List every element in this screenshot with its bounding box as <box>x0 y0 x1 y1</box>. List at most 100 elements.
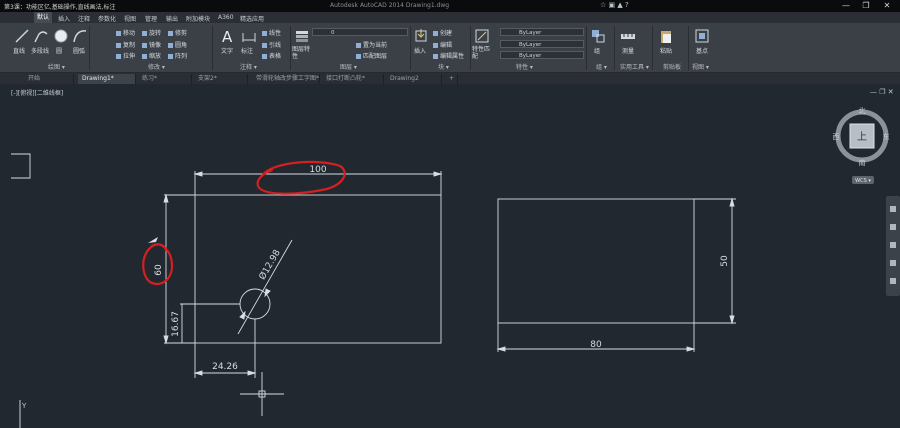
polyline-icon[interactable] <box>33 28 49 44</box>
modify-panel-label[interactable]: 修改 ▾ <box>148 62 165 71</box>
dim-text-50[interactable]: 50 <box>720 255 730 267</box>
paste-icon[interactable] <box>658 28 674 44</box>
tab-annotate[interactable]: 注释 <box>78 14 90 23</box>
annotation-panel-label[interactable]: 注释 ▾ <box>240 62 257 71</box>
layer-properties-label[interactable]: 图层特性 <box>292 46 310 60</box>
text-tool-label[interactable]: 文字 <box>221 46 233 55</box>
pan-icon[interactable] <box>890 224 896 230</box>
block-panel-label[interactable]: 块 ▾ <box>438 62 449 71</box>
compass-south[interactable]: 南 <box>859 158 866 167</box>
mirror-tool[interactable]: 镜像 <box>142 40 161 49</box>
rotate-tool[interactable]: 旋转 <box>142 28 161 37</box>
insert-block-icon[interactable] <box>413 28 429 44</box>
edit-attributes-tool[interactable]: 编辑属性 <box>433 51 464 60</box>
compass-east[interactable]: 东 <box>883 132 890 141</box>
move-tool[interactable]: 移动 <box>116 28 135 37</box>
navigation-bar[interactable] <box>886 196 900 296</box>
orbit-icon[interactable] <box>890 260 896 266</box>
zoom-icon[interactable] <box>890 242 896 248</box>
text-icon[interactable]: A <box>220 28 236 44</box>
circle-tool-label[interactable]: 圆 <box>56 46 62 55</box>
linear-tool[interactable]: 线性 <box>262 28 281 37</box>
base-view-label[interactable]: 基点 <box>696 46 708 55</box>
partial-geometry[interactable] <box>11 153 31 179</box>
tab-start[interactable]: 开始 <box>24 74 74 84</box>
view-panel-label[interactable]: 视图 ▾ <box>692 62 709 71</box>
measure-icon[interactable] <box>620 28 636 44</box>
groups-panel-label[interactable]: 组 ▾ <box>596 62 607 71</box>
table-tool[interactable]: 表格 <box>262 51 281 60</box>
stretch-tool[interactable]: 拉伸 <box>116 51 135 60</box>
tab-output[interactable]: 输出 <box>166 14 178 23</box>
rectangle-80x50[interactable] <box>497 198 695 324</box>
group-icon[interactable] <box>590 28 606 44</box>
tab-drawing1[interactable]: Drawing1* <box>78 74 136 84</box>
layer-dropdown[interactable]: 0 <box>312 28 408 36</box>
dim-text-80[interactable]: 80 <box>590 340 602 350</box>
layer-properties-icon[interactable] <box>294 28 310 44</box>
paste-label[interactable]: 粘贴 <box>660 46 672 55</box>
layers-panel-label[interactable]: 图层 ▾ <box>340 62 357 71</box>
tab-parametric[interactable]: 参数化 <box>98 14 116 23</box>
dimension-icon[interactable] <box>241 28 257 44</box>
tab-manage[interactable]: 管理 <box>145 14 157 23</box>
dim-text-60[interactable]: 60 <box>154 264 164 276</box>
group-label[interactable]: 组 <box>594 46 600 55</box>
leader-tool[interactable]: 引线 <box>262 40 281 49</box>
tab-default[interactable]: 默认 <box>34 12 53 23</box>
compass-north[interactable]: 北 <box>859 107 866 115</box>
tab-drawing-5[interactable]: 接口打断凸轮* <box>322 74 384 84</box>
showmotion-icon[interactable] <box>890 278 896 284</box>
fillet-tool[interactable]: 圆角 <box>168 40 187 49</box>
tab-practice[interactable]: 练习* <box>138 74 192 84</box>
polyline-tool-label[interactable]: 多段线 <box>31 46 49 55</box>
color-dropdown[interactable]: ByLayer <box>500 28 584 36</box>
arc-tool-label[interactable]: 圆弧 <box>73 46 85 55</box>
clipboard-panel-label[interactable]: 剪贴板 <box>663 62 681 71</box>
rectangle-100x60[interactable] <box>194 194 442 344</box>
measure-label[interactable]: 测量 <box>622 46 634 55</box>
tab-bracket2[interactable]: 支架2* <box>194 74 248 84</box>
close-button[interactable]: ✕ <box>877 0 897 12</box>
new-tab-button[interactable]: + <box>446 74 458 84</box>
array-tool[interactable]: 阵列 <box>168 51 187 60</box>
linetype-dropdown[interactable]: ByLayer <box>500 40 584 48</box>
dim-text-16-67[interactable]: 16.67 <box>171 311 181 337</box>
create-block-tool[interactable]: 创建 <box>433 28 452 37</box>
scale-tool[interactable]: 缩放 <box>142 51 161 60</box>
full-navigation-wheel-icon[interactable] <box>890 206 896 212</box>
utilities-panel-label[interactable]: 实用工具 ▾ <box>620 62 649 71</box>
match-properties-icon[interactable] <box>474 28 490 44</box>
drawing-canvas[interactable]: 100 60 Ø12.98 24.26 16.67 80 50 <box>0 84 900 428</box>
tab-insert[interactable]: 插入 <box>58 14 70 23</box>
dimension-tool-label[interactable]: 标注 <box>241 46 253 55</box>
minimize-button[interactable]: — <box>836 0 856 12</box>
lineweight-dropdown[interactable]: ByLayer <box>500 51 584 59</box>
match-layer-tool[interactable]: 匹配图层 <box>356 51 387 60</box>
copy-tool[interactable]: 复制 <box>116 40 135 49</box>
tab-featured-apps[interactable]: 精选应用 <box>240 14 264 23</box>
trim-tool[interactable]: 修剪 <box>168 28 187 37</box>
make-current-tool[interactable]: 置为当前 <box>356 40 387 49</box>
insert-label[interactable]: 插入 <box>414 46 426 55</box>
base-view-icon[interactable] <box>694 28 710 44</box>
tab-drawing-4[interactable]: 带滑轮轴改步骤工字图* <box>252 74 320 84</box>
compass-west[interactable]: 西 <box>833 133 840 141</box>
dim-text-24-26[interactable]: 24.26 <box>212 362 238 372</box>
match-properties-label[interactable]: 特性匹配 <box>472 46 490 60</box>
tab-view[interactable]: 视图 <box>124 14 136 23</box>
line-icon[interactable] <box>14 28 30 44</box>
properties-panel-label[interactable]: 特性 ▾ <box>516 62 533 71</box>
circle-icon[interactable] <box>53 28 69 44</box>
arc-icon[interactable] <box>72 28 88 44</box>
viewcube[interactable]: 上 北 南 东 西 WCS ▾ <box>832 104 896 192</box>
restore-button[interactable]: ❐ <box>856 0 876 12</box>
dim-text-100[interactable]: 100 <box>309 165 326 175</box>
tab-addins[interactable]: 附加模块 <box>186 14 210 23</box>
tab-a360[interactable]: A360 <box>218 14 234 21</box>
titlebar-tools[interactable]: ☆ ▣ ▲ ? <box>600 1 629 9</box>
draw-panel-label[interactable]: 绘图 ▾ <box>48 62 65 71</box>
dim-text-diameter[interactable]: Ø12.98 <box>257 248 283 282</box>
line-tool-label[interactable]: 直线 <box>13 46 25 55</box>
edit-block-tool[interactable]: 编辑 <box>433 40 452 49</box>
